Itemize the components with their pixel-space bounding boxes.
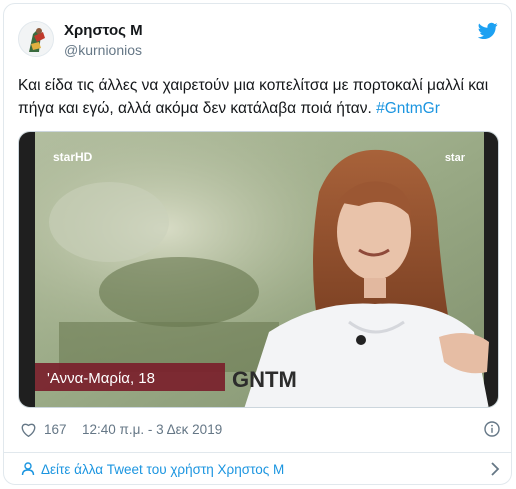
tweet-media[interactable]: starHD star 'Αννα-Μαρία, 18 GNTM — [18, 131, 499, 408]
tweet-meta: 167 12:40 π.μ. - 3 Δεκ 2019 — [20, 421, 500, 441]
tweet-card[interactable]: Χρηστος Μ @kurnionios Και είδα τις άλλες… — [3, 3, 512, 485]
chevron-right-icon[interactable] — [490, 462, 500, 476]
bird-icon[interactable] — [477, 22, 498, 40]
channel-logo-left: starHD — [53, 150, 93, 164]
divider — [4, 452, 511, 453]
avatar[interactable] — [18, 21, 54, 57]
heart-icon[interactable] — [20, 422, 37, 437]
info-icon[interactable] — [484, 421, 500, 437]
author-handle[interactable]: @kurnionios — [64, 42, 142, 58]
show-logo: GNTM — [232, 367, 297, 392]
tweet-timestamp[interactable]: 12:40 π.μ. - 3 Δεκ 2019 — [82, 422, 222, 437]
more-tweets-label[interactable]: Δείτε άλλα Tweet του χρήστη Χρηστος Μ — [41, 462, 284, 477]
author-name[interactable]: Χρηστος Μ — [64, 22, 143, 39]
like-count[interactable]: 167 — [44, 422, 67, 437]
tweet-text: Και είδα τις άλλες να χαιρετούν μια κοπε… — [18, 74, 498, 120]
person-icon — [21, 462, 35, 476]
hashtag-link[interactable]: #GntmGr — [376, 100, 440, 117]
channel-logo-right: star — [445, 152, 466, 164]
tweet-header: Χρηστος Μ @kurnionios — [18, 18, 498, 66]
more-tweets-link[interactable]: Δείτε άλλα Tweet του χρήστη Χρηστος Μ — [18, 460, 502, 482]
video-frame: starHD star 'Αννα-Μαρία, 18 GNTM — [19, 132, 498, 407]
caption-name: 'Αννα-Μαρία, 18 — [47, 370, 155, 387]
